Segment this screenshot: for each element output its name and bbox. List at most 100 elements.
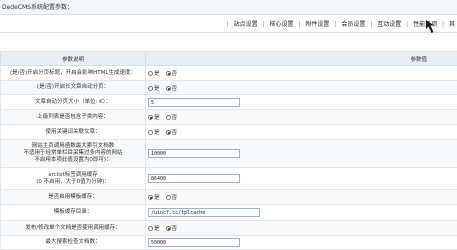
table-header-row: 参数说明 参数值	[1, 52, 457, 66]
radio-button-icon[interactable]	[148, 195, 153, 200]
table-row: 是否启用模板缓存：是否	[1, 190, 457, 205]
setting-label: arclist标签调用缓存(0 不启用，大于0值为分钟)：	[1, 168, 146, 190]
radio-button-icon[interactable]	[166, 195, 171, 200]
setting-label: (是/否)开启长文章自动分页：	[1, 81, 146, 95]
radio-option[interactable]: 否	[166, 84, 178, 92]
radio-option-label: 是	[154, 86, 160, 92]
setting-value: /uincf.cc/tplcache	[146, 205, 457, 221]
column-header-description: 参数说明	[1, 52, 146, 66]
setting-label: 是否启用模板缓存：	[1, 190, 146, 205]
radio-option-label: 否	[172, 130, 178, 136]
radio-button-icon[interactable]	[148, 71, 153, 76]
radio-button-icon[interactable]	[166, 71, 171, 76]
setting-value: 是否	[146, 190, 457, 205]
setting-label-line: 上级列表是否包含子类内容：	[3, 114, 143, 121]
radio-option[interactable]: 否	[166, 113, 178, 121]
setting-value: 是否	[146, 125, 457, 140]
tab-divider: |	[297, 21, 301, 28]
table-row: arclist标签调用缓存(0 不启用，大于0值为分钟)：86400	[1, 168, 457, 190]
radio-option-label: 否	[172, 71, 178, 77]
setting-label: 上级列表是否包含子类内容：	[1, 110, 146, 125]
radio-option-label: 否	[172, 226, 178, 232]
tab-other[interactable]: 其	[447, 19, 457, 28]
radio-button-icon[interactable]	[166, 86, 171, 91]
table-row: 网站主页调用函数最大索引文档数不适用于经常单栏目采集过多内容的网站不启用本项此值…	[1, 140, 457, 168]
table-row: 模板缓存目录： /uincf.cc/tplcache	[1, 205, 457, 221]
setting-label: 网站主页调用函数最大索引文档数不适用于经常单栏目采集过多内容的网站不启用本项此值…	[1, 140, 146, 168]
table-row: (是/否)开启分页标题，开启会影响HTML生成速度：是否	[1, 66, 457, 81]
setting-value: 是否	[146, 110, 457, 125]
window-title: DedeCMS系统配置参数：	[0, 0, 457, 15]
setting-value: 10000	[146, 140, 457, 168]
radio-option[interactable]: 是	[148, 193, 160, 201]
setting-label-line: 模板缓存目录：	[3, 209, 143, 216]
setting-label: (是/否)开启分页标题，开启会影响HTML生成速度：	[1, 66, 146, 81]
tab-attachment-settings[interactable]: 附件设置	[303, 19, 331, 28]
tab-divider: |	[405, 21, 409, 28]
radio-option-label: 是	[154, 226, 160, 232]
radio-option[interactable]: 否	[166, 128, 178, 136]
radio-option[interactable]: 否	[166, 224, 178, 232]
setting-label-line: 发布/修改单个文档是否使用调用缓存：	[3, 225, 143, 232]
radio-button-icon[interactable]	[166, 226, 171, 231]
radio-button-icon[interactable]	[148, 86, 153, 91]
radio-option-label: 是	[154, 130, 160, 136]
settings-tabs-bar: | 站点设置 | 核心设置 | 附件设置 | 会员设置 | 互动设置 | 性能选…	[0, 15, 457, 33]
setting-label-line: arclist标签调用缓存	[3, 172, 143, 179]
radio-option-label: 否	[172, 195, 178, 201]
config-table: 参数说明 参数值 (是/否)开启分页标题，开启会影响HTML生成速度：是否(是/…	[0, 51, 457, 250]
tab-divider: |	[333, 21, 337, 28]
radio-option[interactable]: 是	[148, 224, 160, 232]
radio-option-label: 是	[154, 71, 160, 77]
tab-interaction-settings[interactable]: 互动设置	[375, 19, 403, 28]
setting-label: 模板缓存目录：	[1, 205, 146, 221]
setting-input[interactable]: 86400	[148, 174, 240, 183]
setting-label-line: (0 不启用，大于0值为分钟)：	[3, 179, 143, 186]
setting-value: 是否	[146, 66, 457, 81]
setting-label-line: 网站主页调用函数最大索引文档数	[3, 143, 143, 150]
table-row: 文章自动分页大小（单位: K）： 5	[1, 95, 457, 110]
setting-label-line: 文章自动分页大小（单位: K）：	[3, 99, 143, 106]
setting-label-line: 不适用于经常单栏目采集过多内容的网站	[3, 150, 143, 157]
setting-label-line: 不启用本项此值设置为0即可)：	[3, 157, 143, 164]
radio-option[interactable]: 是	[148, 113, 160, 121]
tab-divider: |	[226, 21, 230, 28]
radio-option[interactable]: 是	[148, 84, 160, 92]
tab-core-settings[interactable]: 核心设置	[268, 19, 296, 28]
radio-button-icon[interactable]	[166, 130, 171, 135]
tab-divider: |	[369, 21, 373, 28]
radio-option-label: 是	[154, 115, 160, 121]
radio-option[interactable]: 是	[148, 128, 160, 136]
radio-button-icon[interactable]	[166, 115, 171, 120]
spacer	[0, 33, 457, 51]
radio-option[interactable]: 否	[166, 193, 178, 201]
setting-value: 是否	[146, 221, 457, 236]
setting-label-line: 是否启用模板缓存：	[3, 194, 143, 201]
radio-option[interactable]: 是	[148, 69, 160, 77]
radio-button-icon[interactable]	[148, 115, 153, 120]
setting-value: 86400	[146, 168, 457, 190]
setting-value: 5	[146, 95, 457, 110]
radio-option-label: 否	[172, 115, 178, 121]
table-row: (是/否)开启长文章自动分页：是否	[1, 81, 457, 95]
radio-option-label: 否	[172, 86, 178, 92]
radio-button-icon[interactable]	[148, 226, 153, 231]
setting-label-line: (是/否)开启分页标题，开启会影响HTML生成速度：	[3, 70, 143, 77]
setting-label-line: 使用关键词关联文章：	[3, 129, 143, 136]
column-header-value: 参数值	[146, 52, 457, 66]
setting-label: 发布/修改单个文档是否使用调用缓存：	[1, 221, 146, 236]
table-row: 上级列表是否包含子类内容：是否	[1, 110, 457, 125]
tab-member-settings[interactable]: 会员设置	[339, 19, 367, 28]
tab-site-settings[interactable]: 站点设置	[232, 19, 260, 28]
setting-label: 文章自动分页大小（单位: K）：	[1, 95, 146, 110]
radio-option[interactable]: 否	[166, 69, 178, 77]
setting-value: 是否	[146, 81, 457, 95]
setting-input[interactable]: 5	[148, 98, 240, 107]
setting-input[interactable]: 10000	[148, 149, 240, 158]
setting-label: 使用关键词关联文章：	[1, 125, 146, 140]
radio-button-icon[interactable]	[148, 130, 153, 135]
tab-divider: |	[262, 21, 266, 28]
setting-input[interactable]: /uincf.cc/tplcache	[148, 208, 260, 217]
table-row: 使用关键词关联文章：是否	[1, 125, 457, 140]
setting-label-line: (是/否)开启长文章自动分页：	[3, 84, 143, 91]
